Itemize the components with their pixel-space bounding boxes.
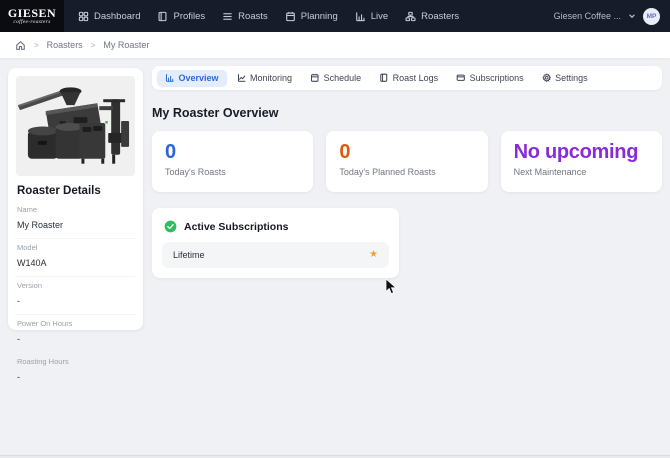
stat-label: Next Maintenance — [513, 167, 587, 177]
field-power-on-hours: Power On Hours - — [16, 315, 135, 353]
nav-item-roasters[interactable]: Roasters — [405, 11, 459, 22]
breadcrumb-separator: > — [34, 40, 39, 50]
nav-label: Planning — [300, 10, 338, 22]
mouse-cursor — [385, 278, 397, 295]
subscription-name: Lifetime — [173, 250, 205, 260]
account-name[interactable]: Giesen Coffee ... — [554, 11, 621, 21]
nav-label: Roasts — [238, 10, 268, 22]
subscriptions-title: Active Subscriptions — [184, 220, 289, 233]
field-label: Name — [17, 205, 38, 214]
tab-label: Subscriptions — [469, 73, 524, 83]
field-label: Version — [17, 281, 43, 290]
home-icon[interactable] — [15, 40, 26, 51]
top-navbar: GIESEN coffee-roasters Dashboard Profile… — [0, 0, 670, 32]
giesen-logo[interactable]: GIESEN coffee-roasters — [0, 0, 64, 32]
tab-label: Monitoring — [250, 73, 293, 83]
tab-bar: Overview Monitoring Schedule Roast Logs — [152, 66, 662, 90]
breadcrumb-item-roasters[interactable]: Roasters — [47, 40, 83, 50]
active-subscriptions-card: Active Subscriptions Lifetime ★ — [152, 208, 399, 278]
stat-todays-planned-roasts: 0 Today's Planned Roasts — [326, 131, 488, 192]
nav-label: Dashboard — [94, 10, 141, 22]
tab-schedule[interactable]: Schedule — [302, 70, 369, 87]
stat-next-maintenance: No upcoming Next Maintenance — [500, 131, 662, 192]
gear-icon — [541, 73, 552, 83]
logo-subtitle: coffee-roasters — [13, 18, 51, 25]
subscription-item-lifetime[interactable]: Lifetime ★ — [162, 242, 389, 268]
stat-label: Today's Roasts — [165, 167, 226, 177]
book-icon — [157, 11, 168, 22]
page-title: My Roaster Overview — [152, 106, 279, 120]
field-label: Roasting Hours — [17, 357, 69, 366]
field-value: - — [17, 334, 20, 344]
book-icon — [379, 73, 389, 83]
stat-label: Today's Planned Roasts — [339, 167, 436, 177]
nav-label: Profiles — [173, 10, 206, 22]
tab-overview[interactable]: Overview — [157, 69, 227, 87]
content-area: Roaster Details Name My Roaster Model W1… — [0, 58, 670, 458]
tab-label: Overview — [178, 73, 219, 83]
breadcrumb-separator: > — [90, 40, 96, 50]
field-value: - — [17, 372, 20, 382]
nav-item-dashboard[interactable]: Dashboard — [78, 11, 140, 22]
calendar-icon — [310, 73, 320, 83]
field-value: - — [17, 296, 20, 306]
nav-label: Live — [370, 10, 389, 22]
stat-value: 0 — [339, 141, 351, 163]
tab-roast-logs[interactable]: Roast Logs — [371, 70, 446, 87]
list-icon — [222, 11, 233, 22]
field-value: W140A — [17, 258, 47, 268]
roaster-details-card: Roaster Details Name My Roaster Model W1… — [8, 68, 143, 382]
chevron-down-icon[interactable] — [628, 12, 636, 20]
field-label: Model — [17, 243, 38, 252]
nav-item-live[interactable]: Live — [355, 11, 388, 22]
check-circle-icon — [164, 220, 177, 233]
roaster-photo — [16, 76, 135, 176]
grid-icon — [78, 11, 89, 22]
sitemap-icon — [405, 11, 416, 22]
tab-label: Schedule — [323, 73, 362, 83]
stat-todays-roasts: 0 Today's Roasts — [152, 131, 314, 192]
stats-row: 0 Today's Roasts 0 Today's Planned Roast… — [152, 131, 662, 192]
tab-label: Settings — [555, 73, 588, 83]
avatar[interactable]: MP — [643, 7, 660, 25]
field-value: My Roaster — [17, 220, 64, 230]
field-version: Version - — [16, 277, 135, 315]
field-model: Model W140A — [16, 239, 135, 277]
main-nav: Dashboard Profiles Roasts Planning Live — [78, 11, 459, 22]
field-name: Name My Roaster — [16, 201, 135, 239]
stat-value: 0 — [165, 141, 176, 163]
breadcrumb: > Roasters > My Roaster — [0, 32, 670, 58]
main-panel: Overview Monitoring Schedule Roast Logs — [152, 66, 662, 278]
bar-chart-icon — [355, 11, 366, 22]
nav-item-roasts[interactable]: Roasts — [222, 11, 268, 22]
tab-subscriptions[interactable]: Subscriptions — [448, 70, 532, 87]
details-title: Roaster Details — [17, 185, 101, 197]
stat-value: No upcoming — [513, 141, 639, 163]
logo-title: GIESEN — [7, 5, 57, 20]
nav-item-profiles[interactable]: Profiles — [157, 11, 205, 22]
bar-chart-icon — [165, 73, 175, 83]
card-icon — [456, 73, 466, 83]
line-chart-icon — [237, 73, 247, 83]
calendar-icon — [285, 11, 296, 22]
field-roasting-hours: Roasting Hours - — [16, 353, 135, 390]
tab-label: Roast Logs — [392, 73, 439, 83]
breadcrumb-item-my-roaster[interactable]: My Roaster — [103, 40, 149, 50]
nav-item-planning[interactable]: Planning — [285, 11, 338, 22]
star-icon: ★ — [369, 249, 378, 260]
subscriptions-header: Active Subscriptions — [162, 218, 389, 233]
tab-monitoring[interactable]: Monitoring — [229, 70, 301, 87]
tab-settings[interactable]: Settings — [534, 70, 596, 87]
account-area: Giesen Coffee ... MP — [554, 7, 670, 25]
field-label: Power On Hours — [17, 319, 73, 328]
nav-label: Roasters — [421, 10, 460, 22]
